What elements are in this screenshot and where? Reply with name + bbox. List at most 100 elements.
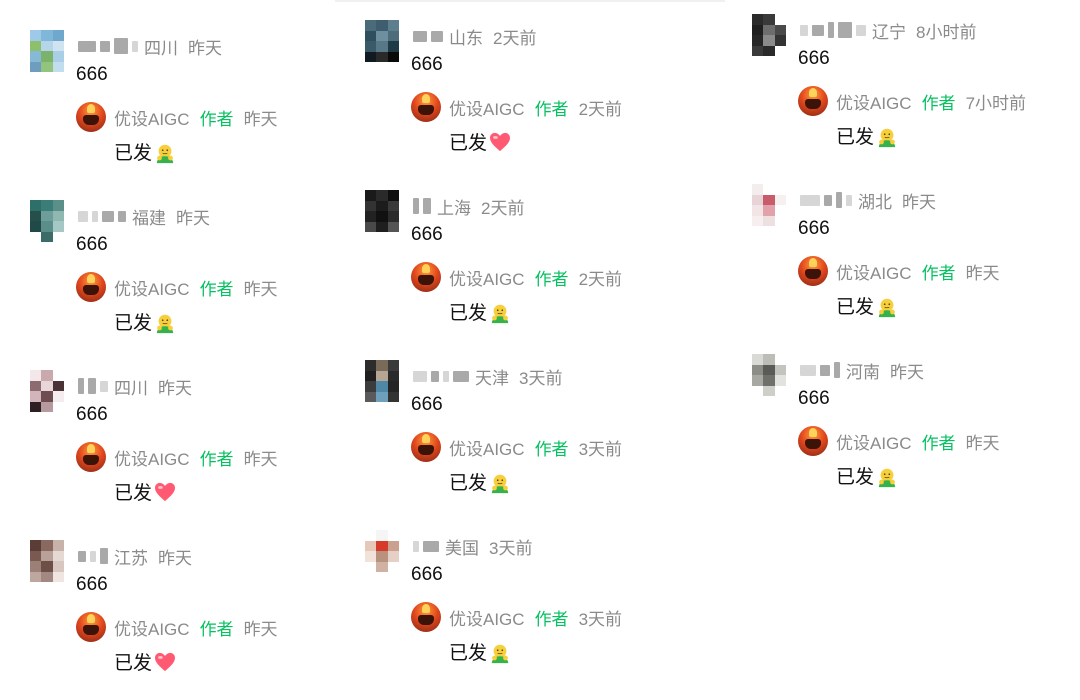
reply-time: 3天前 xyxy=(578,610,623,629)
redacted-username[interactable] xyxy=(78,378,108,394)
author-badge: 作者 xyxy=(199,450,234,469)
redacted-username[interactable] xyxy=(78,210,126,222)
redacted-username[interactable] xyxy=(413,30,443,42)
reply-meta: 优设AIGC 作者 昨天 xyxy=(114,445,278,470)
author-avatar[interactable] xyxy=(411,92,441,122)
comment-meta: 美国 3天前 xyxy=(413,534,532,558)
author-reply: 优设AIGC 作者 3天前已发 xyxy=(411,602,695,672)
comment-text: 666 xyxy=(76,574,108,595)
reply-time: 昨天 xyxy=(965,434,1000,453)
face-emoji xyxy=(154,142,174,163)
redacted-username[interactable] xyxy=(78,548,108,564)
reply-time: 3天前 xyxy=(578,440,623,459)
comment-meta: 辽宁 8小时前 xyxy=(800,18,976,42)
author-name[interactable]: 优设AIGC xyxy=(449,95,525,120)
reply-meta: 优设AIGC 作者 3天前 xyxy=(449,605,622,630)
comment-meta: 江苏 昨天 xyxy=(78,544,192,568)
redacted-username[interactable] xyxy=(800,362,840,378)
author-reply: 优设AIGC 作者 昨天 已发 xyxy=(76,102,360,172)
user-avatar[interactable] xyxy=(752,184,786,226)
reply-text: 已发 xyxy=(114,483,153,504)
reply-text-row: 已发 xyxy=(114,308,174,335)
comment-text: 666 xyxy=(76,64,108,85)
author-name[interactable]: 优设AIGC xyxy=(114,105,190,130)
comment-item: 四川 昨天 666 优设AIGC 作者 昨天 已发 xyxy=(30,30,360,190)
reply-meta: 优设AIGC 作者 2天前 xyxy=(449,265,622,290)
comment-text: 666 xyxy=(411,564,443,585)
author-name[interactable]: 优设AIGC xyxy=(449,435,525,460)
user-avatar[interactable] xyxy=(30,200,64,242)
author-avatar[interactable] xyxy=(411,602,441,632)
author-avatar[interactable] xyxy=(76,102,106,132)
reply-meta: 优设AIGC 作者 昨天 xyxy=(836,259,1000,284)
author-name[interactable]: 优设AIGC xyxy=(836,429,912,454)
reply-time: 2天前 xyxy=(578,270,623,289)
heart-emoji xyxy=(489,132,511,152)
comment-meta: 山东 2天前 xyxy=(413,24,536,48)
comment-text: 666 xyxy=(411,224,443,245)
author-avatar[interactable] xyxy=(798,86,828,116)
author-avatar[interactable] xyxy=(798,426,828,456)
author-avatar[interactable] xyxy=(411,432,441,462)
comment-meta: 河南 昨天 xyxy=(800,358,924,382)
user-avatar[interactable] xyxy=(752,354,786,396)
redacted-username[interactable] xyxy=(413,198,431,214)
author-avatar[interactable] xyxy=(411,262,441,292)
author-badge: 作者 xyxy=(921,434,956,453)
author-name[interactable]: 优设AIGC xyxy=(449,605,525,630)
comment-text: 666 xyxy=(76,404,108,425)
face-emoji xyxy=(876,466,896,487)
comment-item: 湖北 昨天 666 优设AIGC 作者 昨天 已发 xyxy=(752,184,1080,344)
redacted-username[interactable] xyxy=(78,38,138,54)
heart-emoji xyxy=(154,482,176,502)
reply-text-row: 已发 xyxy=(836,462,896,489)
comment-meta: 福建 昨天 xyxy=(78,204,210,228)
face-emoji xyxy=(876,296,896,317)
author-avatar[interactable] xyxy=(76,272,106,302)
redacted-username[interactable] xyxy=(413,540,439,552)
author-reply: 优设AIGC 作者 昨天 已发 xyxy=(76,442,360,512)
author-avatar[interactable] xyxy=(76,612,106,642)
author-name[interactable]: 优设AIGC xyxy=(836,89,912,114)
reply-text-row: 已发 xyxy=(114,648,176,675)
reply-time: 昨天 xyxy=(243,280,278,299)
reply-meta: 优设AIGC 作者 昨天 xyxy=(114,275,278,300)
user-avatar[interactable] xyxy=(365,360,399,402)
user-avatar[interactable] xyxy=(30,30,64,72)
author-name[interactable]: 优设AIGC xyxy=(114,615,190,640)
author-name[interactable]: 优设AIGC xyxy=(114,445,190,470)
user-avatar[interactable] xyxy=(365,530,399,572)
author-name[interactable]: 优设AIGC xyxy=(114,275,190,300)
reply-text: 已发 xyxy=(449,473,488,494)
comment-location: 辽宁 xyxy=(872,22,906,42)
comment-time: 昨天 xyxy=(890,362,924,382)
face-emoji xyxy=(154,312,174,333)
user-avatar[interactable] xyxy=(752,14,786,56)
reply-time: 7小时前 xyxy=(965,94,1027,113)
redacted-username[interactable] xyxy=(413,370,469,382)
comment-time: 8小时前 xyxy=(916,22,977,42)
author-avatar[interactable] xyxy=(76,442,106,472)
reply-text: 已发 xyxy=(114,143,153,164)
comment-item: 河南 昨天 666 优设AIGC 作者 昨天 已发 xyxy=(752,354,1080,514)
user-avatar[interactable] xyxy=(365,190,399,232)
user-avatar[interactable] xyxy=(30,540,64,582)
comment-location: 山东 xyxy=(449,28,483,48)
reply-time: 昨天 xyxy=(965,264,1000,283)
reply-meta: 优设AIGC 作者 昨天 xyxy=(114,615,278,640)
redacted-username[interactable] xyxy=(800,192,852,208)
author-name[interactable]: 优设AIGC xyxy=(836,259,912,284)
redacted-username[interactable] xyxy=(800,22,866,38)
author-avatar[interactable] xyxy=(798,256,828,286)
reply-text: 已发 xyxy=(449,643,488,664)
comment-time: 昨天 xyxy=(188,38,222,58)
author-name[interactable]: 优设AIGC xyxy=(449,265,525,290)
comment-item: 辽宁 8小时前 666 优设AIGC 作者 7小时前 已发 xyxy=(752,14,1080,174)
comment-location: 福建 xyxy=(132,208,166,228)
user-avatar[interactable] xyxy=(30,370,64,412)
comment-item: 天津 3天前 666 优设AIGC 作者 3天前 已发 xyxy=(365,360,695,520)
comment-location: 湖北 xyxy=(858,192,892,212)
comment-time: 2天前 xyxy=(493,28,537,48)
user-avatar[interactable] xyxy=(365,20,399,62)
comment-location: 上海 xyxy=(437,198,471,218)
